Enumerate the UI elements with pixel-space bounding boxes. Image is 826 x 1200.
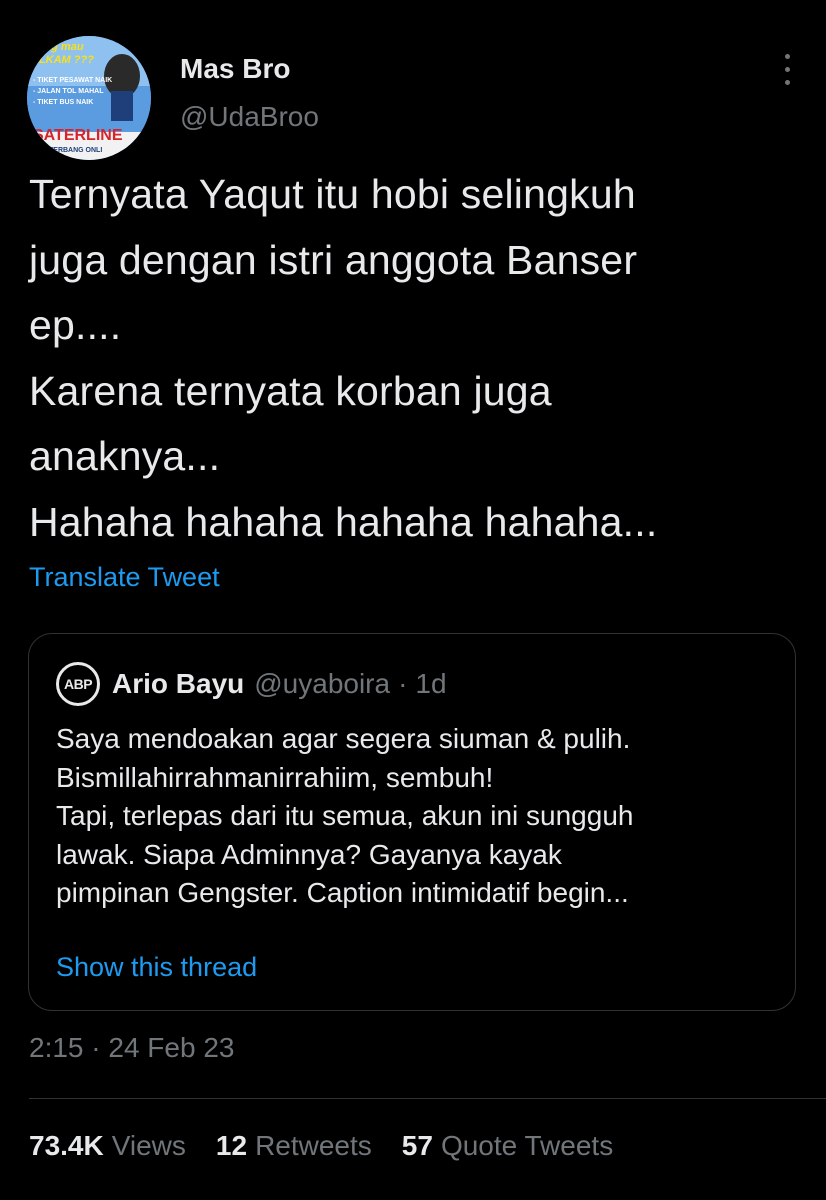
quoted-author-name[interactable]: Ario Bayu (112, 668, 244, 700)
avatar-text-line-1: gung mau (30, 41, 84, 53)
avatar-text-line-4: - JALAN TOL MAHAL (33, 88, 104, 95)
author-display-name[interactable]: Mas Bro (180, 52, 319, 86)
show-this-thread-link[interactable]: Show this thread (56, 952, 257, 983)
author-avatar[interactable]: gung mau ULKAM ??? - TIKET PESAWAT NAIK … (27, 36, 151, 160)
quoted-tweet-text: Saya mendoakan agar segera siuman & puli… (56, 723, 634, 908)
views-count: 73.4K (29, 1130, 104, 1161)
quote-tweets-label: Quote Tweets (440, 1130, 614, 1161)
tweet-detail-page: gung mau ULKAM ??? - TIKET PESAWAT NAIK … (0, 0, 826, 1200)
tweet-header: gung mau ULKAM ??? - TIKET PESAWAT NAIK … (27, 34, 807, 164)
divider (29, 1098, 826, 1099)
author-handle[interactable]: @UdaBroo (180, 100, 319, 134)
quoted-avatar-text: ABP (63, 676, 93, 692)
quoted-author-handle[interactable]: @uyaboira (254, 668, 390, 700)
quote-tweets-count: 57 (401, 1130, 433, 1161)
avatar-text-line-2: ULKAM ??? (31, 54, 94, 66)
quoted-tweet-header: ABP Ario Bayu @uyaboira · 1d (56, 662, 447, 706)
avatar-text-line-5: - TIKET BUS NAIK (33, 99, 93, 106)
quote-tweets-stat[interactable]: 57 Quote Tweets (402, 1130, 613, 1162)
quoted-author-avatar[interactable]: ABP (56, 662, 100, 706)
views-stat[interactable]: 73.4K Views (29, 1130, 186, 1162)
views-label: Views (111, 1130, 186, 1161)
author-info: Mas Bro @UdaBroo (180, 52, 319, 134)
retweets-label: Retweets (255, 1130, 372, 1161)
avatar-text-line-7: TERBANG ONLI (49, 147, 102, 154)
tweet-text: Ternyata Yaqut itu hobi selingkuh juga d… (29, 171, 658, 545)
quoted-tweet-card[interactable]: ABP Ario Bayu @uyaboira · 1d Saya mendoa… (28, 633, 796, 1011)
tweet-stats: 73.4K Views 12 Retweets 57 Quote Tweets (29, 1130, 643, 1162)
avatar-text-line-3: - TIKET PESAWAT NAIK (33, 77, 112, 84)
more-dot (784, 80, 790, 85)
more-dot (784, 54, 790, 59)
retweets-stat[interactable]: 12 Retweets (216, 1130, 372, 1162)
avatar-image: gung mau ULKAM ??? - TIKET PESAWAT NAIK … (27, 36, 151, 160)
translate-tweet-link[interactable]: Translate Tweet (29, 562, 220, 593)
more-vertical-icon[interactable] (779, 54, 795, 98)
quoted-separator: · (398, 668, 408, 699)
avatar-text-line-6: SATERLINE (33, 127, 123, 144)
retweets-count: 12 (215, 1130, 248, 1161)
quoted-tweet-time[interactable]: 1d (415, 668, 446, 700)
more-dot (784, 67, 790, 72)
tweet-timestamp[interactable]: 2:15 · 24 Feb 23 (29, 1032, 234, 1064)
